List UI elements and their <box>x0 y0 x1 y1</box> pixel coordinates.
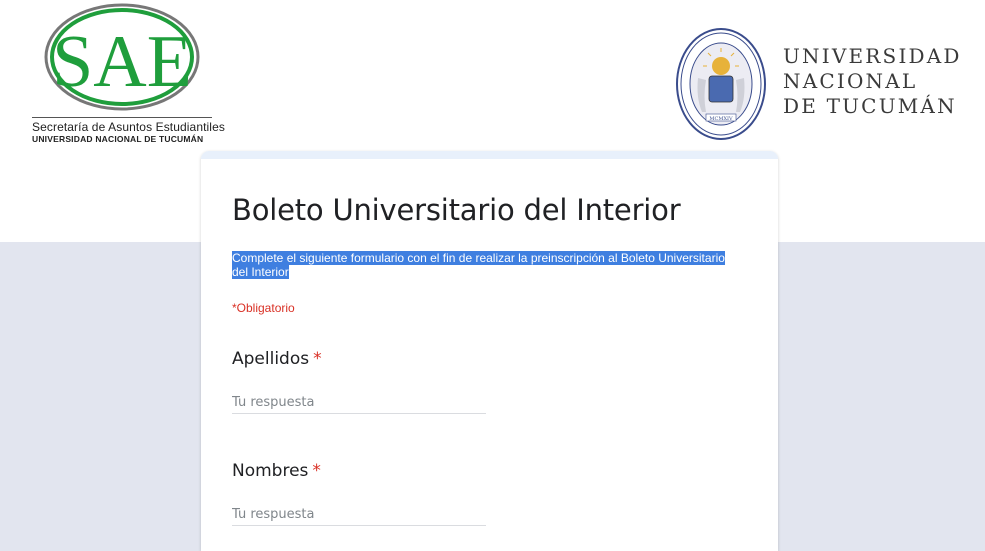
form-card: Boleto Universitario del Interior Comple… <box>201 151 778 551</box>
question-nombres-text: Nombres <box>232 461 309 481</box>
nombres-input[interactable] <box>232 503 486 526</box>
unt-seal: MCMXIV <box>676 28 766 140</box>
sae-rule <box>32 117 212 118</box>
form-description-text: Complete el siguiente formulario con el … <box>232 251 725 279</box>
form-description[interactable]: Complete el siguiente formulario con el … <box>232 251 742 279</box>
unt-seal-year: MCMXIV <box>709 116 733 122</box>
question-nombres-label: Nombres * <box>232 461 321 481</box>
sae-logo: SAE Secretaría de Asuntos Estudiantiles … <box>30 2 225 147</box>
required-asterisk: * <box>313 349 322 369</box>
unt-name-line-2: NACIONAL <box>783 69 918 93</box>
required-note: *Obligatorio <box>232 301 295 315</box>
question-apellidos-label: Apellidos * <box>232 349 322 369</box>
sae-institution: UNIVERSIDAD NACIONAL DE TUCUMÁN <box>32 134 204 144</box>
form-card-accent <box>201 151 778 159</box>
question-apellidos-text: Apellidos <box>232 349 310 369</box>
form-title: Boleto Universitario del Interior <box>232 193 681 227</box>
sae-logo-emblem: SAE <box>44 3 200 111</box>
unt-name: UNIVERSIDAD NACIONAL DE TUCUMÁN <box>783 44 962 119</box>
required-asterisk: * <box>312 461 321 481</box>
sae-logo-text: SAE <box>52 21 192 103</box>
sae-subtitle: Secretaría de Asuntos Estudiantiles <box>32 120 225 134</box>
unt-name-line-3: DE TUCUMÁN <box>783 94 957 118</box>
unt-name-line-1: UNIVERSIDAD <box>783 44 962 68</box>
apellidos-input[interactable] <box>232 391 486 414</box>
